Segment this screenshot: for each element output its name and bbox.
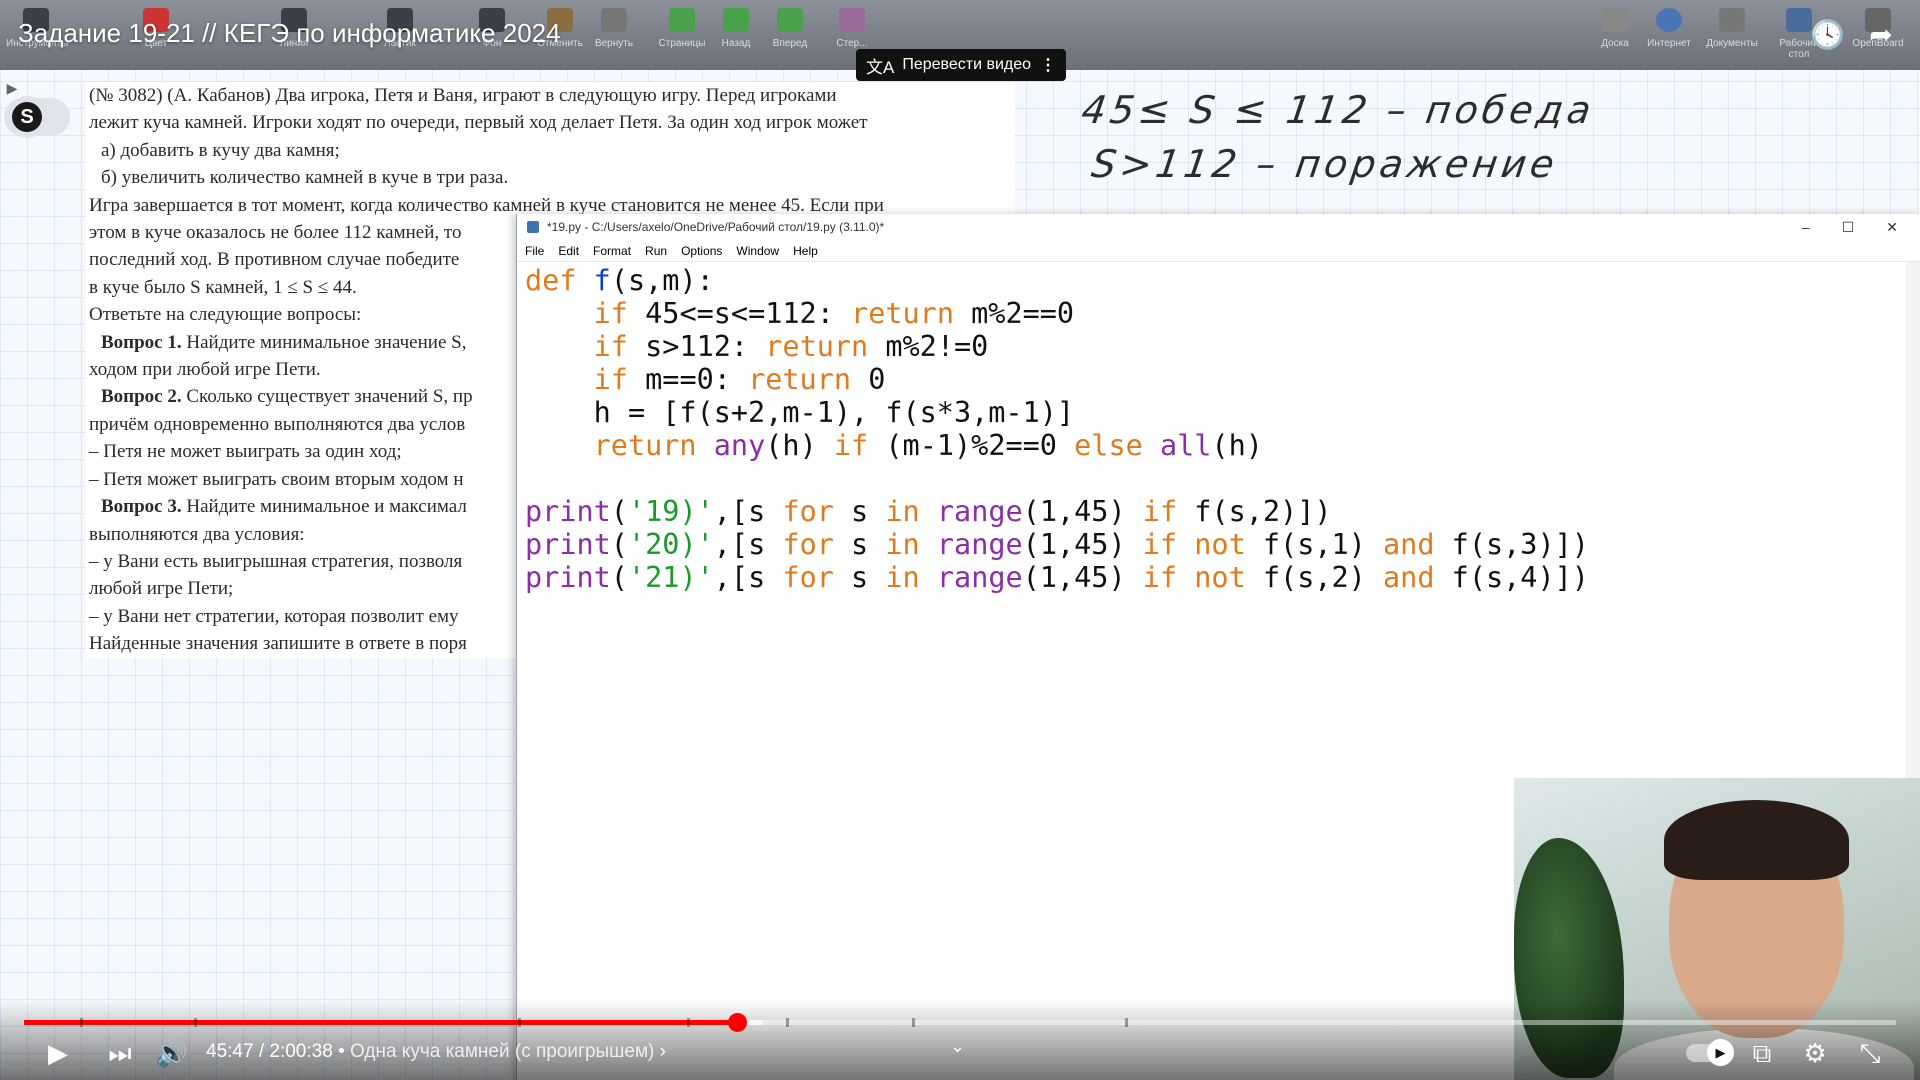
task-line: лежит куча камней. Игроки ходят по очере… xyxy=(89,112,868,134)
close-icon[interactable]: ✕ xyxy=(1886,219,1898,236)
maximize-icon[interactable]: ☐ xyxy=(1842,219,1855,236)
menu-edit[interactable]: Edit xyxy=(558,244,579,258)
menu-file[interactable]: File xyxy=(525,244,544,258)
autoplay-toggle[interactable]: ▶ xyxy=(1686,1039,1734,1066)
exit-fullscreen-icon[interactable]: ⤡ xyxy=(1850,1038,1890,1068)
chapter-marker xyxy=(687,1018,690,1027)
globe-icon xyxy=(1656,8,1682,32)
question-label: Вопрос 1. xyxy=(101,331,182,353)
play-icon[interactable]: ▶ xyxy=(38,1038,78,1068)
autoplay-knob-icon: ▶ xyxy=(1707,1039,1734,1066)
next-icon[interactable]: ⏭ xyxy=(100,1038,140,1068)
handwritten-note-win: 45≤ S ≤ 112 – победа xyxy=(1078,88,1598,132)
tool-documents[interactable]: Документы xyxy=(1702,8,1762,49)
time-display: 45:47 / 2:00:38 • Одна куча камней (с пр… xyxy=(206,1041,666,1062)
chapter-marker xyxy=(518,1018,521,1027)
minimize-icon[interactable]: – xyxy=(1802,219,1810,236)
translate-video-button[interactable]: 文A Перевести видео ⋮ xyxy=(856,49,1066,81)
chapter-marker xyxy=(80,1018,83,1027)
question-label: Вопрос 3. xyxy=(101,496,182,518)
python-file-icon xyxy=(527,221,539,233)
volume-icon[interactable]: 🔊 xyxy=(152,1038,192,1068)
more-options-icon[interactable]: ⋮ xyxy=(1040,55,1056,75)
menu-format[interactable]: Format xyxy=(593,244,631,258)
chapter-marker xyxy=(194,1018,197,1027)
redo-icon xyxy=(601,8,627,32)
window-titlebar: *19.py - C:/Users/axelo/OneDrive/Рабочий… xyxy=(517,214,1920,240)
task-line: (№ 3082) (А. Кабанов) Два игрока, Петя и… xyxy=(89,85,837,106)
time-total: 2:00:38 xyxy=(269,1041,333,1062)
progress-played xyxy=(24,1020,737,1025)
folder-icon xyxy=(1719,8,1745,32)
subtitles-icon[interactable]: ⧉ xyxy=(1742,1038,1782,1068)
tool-back[interactable]: Назад xyxy=(706,8,766,49)
tool-redo[interactable]: Вернуть xyxy=(584,8,644,49)
desktop-icon xyxy=(1786,8,1812,32)
question-label: Вопрос 2. xyxy=(101,386,182,408)
menu-options[interactable]: Options xyxy=(681,244,722,258)
menu-help[interactable]: Help xyxy=(793,244,818,258)
tool-pages[interactable]: Страницы xyxy=(652,8,712,49)
window-title: *19.py - C:/Users/axelo/OneDrive/Рабочий… xyxy=(547,220,885,234)
back-icon xyxy=(723,8,749,32)
chevron-down-icon[interactable]: ⌄ xyxy=(950,1036,965,1057)
settings-gear-icon[interactable]: ⚙ xyxy=(1795,1038,1835,1068)
forward-icon xyxy=(777,8,803,32)
menu-window[interactable]: Window xyxy=(736,244,779,258)
pages-icon xyxy=(669,8,695,32)
presenter-hair xyxy=(1664,800,1849,880)
tool-erase-page[interactable]: Стер... xyxy=(822,8,882,49)
watch-later-icon[interactable]: 🕓 xyxy=(1810,18,1845,52)
chapter-marker xyxy=(786,1018,789,1027)
translate-label: Перевести видео xyxy=(902,56,1032,73)
chapter-title[interactable]: Одна куча камней (с проигрышем) xyxy=(350,1041,654,1062)
progress-scrubber[interactable] xyxy=(728,1013,747,1032)
menu-run[interactable]: Run xyxy=(645,244,667,258)
task-line: б) увеличить количество камней в куче в … xyxy=(101,167,509,189)
tool-board[interactable]: Доска xyxy=(1585,8,1645,49)
menu-bar: File Edit Format Run Options Window Help xyxy=(517,240,1920,262)
chapter-marker xyxy=(1125,1018,1128,1027)
handwritten-note-loss: S>112 – поражение xyxy=(1088,142,1561,186)
translate-icon: 文A xyxy=(866,57,895,77)
video-title: Задание 19-21 // КЕГЭ по информатике 202… xyxy=(18,18,561,48)
tool-forward[interactable]: Вперед xyxy=(760,8,820,49)
chapter-marker xyxy=(912,1018,915,1027)
s-badge-icon[interactable]: S xyxy=(12,102,42,132)
share-icon[interactable]: ➦ xyxy=(1864,18,1898,52)
task-line: а) добавить в кучу два камня; xyxy=(101,139,340,161)
time-current: 45:47 xyxy=(206,1041,254,1062)
tool-internet[interactable]: Интернет xyxy=(1639,8,1699,49)
code-editor[interactable]: def f(s,m): if 45<=s<=112: return m%2==0… xyxy=(525,264,1589,594)
board-icon xyxy=(1602,8,1628,32)
erase-page-icon xyxy=(839,8,865,32)
